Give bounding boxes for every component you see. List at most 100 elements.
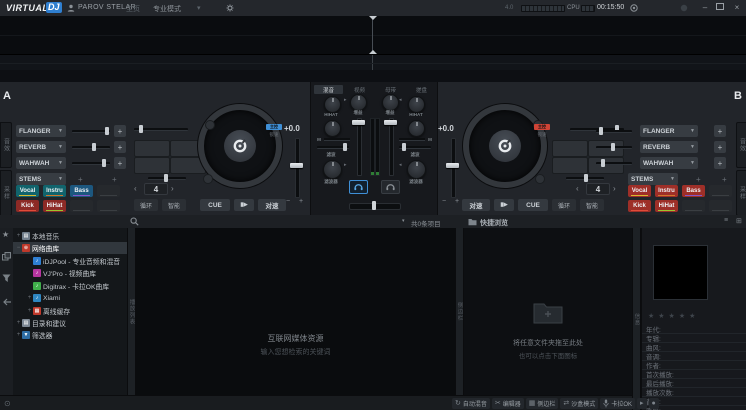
- tree-item-filters[interactable]: +▼筛选器: [13, 329, 127, 341]
- deck-a-beatlock-label[interactable]: 锁速: [262, 132, 286, 138]
- arrow-right-icon[interactable]: ▸: [344, 162, 347, 168]
- deck-a-loop-button[interactable]: 循环: [134, 199, 158, 211]
- deck-b-fx-slider-2[interactable]: [596, 146, 632, 149]
- gear-icon[interactable]: [226, 4, 234, 12]
- deck-b-stems-add-icon[interactable]: +: [722, 175, 727, 184]
- channel-2-volume-handle[interactable]: [384, 120, 397, 125]
- deck-b-fx-add-3[interactable]: +: [714, 157, 726, 169]
- home-button[interactable]: 主页: [126, 4, 140, 14]
- deck-b-sampler-tab[interactable]: 采样: [736, 170, 746, 216]
- deck-b-stem-empty[interactable]: [682, 200, 705, 212]
- info-strip[interactable]: 信息: [632, 228, 641, 410]
- playlist-strip[interactable]: 播放列表: [127, 228, 136, 395]
- deck-a-stem-empty[interactable]: [97, 185, 120, 197]
- deck-a-stem-empty[interactable]: [97, 200, 120, 212]
- expand-icon[interactable]: +: [26, 295, 33, 301]
- deck-a-sampler-tab[interactable]: 采样: [0, 170, 12, 216]
- deck-b-stem-empty[interactable]: [709, 185, 732, 197]
- sideview-strip[interactable]: 侧边栏: [455, 228, 464, 395]
- deck-a-loop-half-icon[interactable]: ‹: [134, 183, 137, 195]
- expand-icon[interactable]: +: [26, 308, 33, 314]
- favorites-icon[interactable]: ★: [2, 230, 9, 239]
- deck-a-scratch-button[interactable]: [203, 174, 213, 184]
- expand-icon[interactable]: +: [15, 233, 22, 239]
- deck-a-fx-tab[interactable]: 音效: [0, 122, 12, 168]
- deck-b-pitch-handle[interactable]: [446, 163, 459, 168]
- deck-a-stem-hihat[interactable]: HiHat: [43, 200, 66, 212]
- deck-b-pitch-minus[interactable]: −: [442, 198, 446, 205]
- deck-b-smart-loop-button[interactable]: 智能: [580, 199, 604, 211]
- deck-b-stem-vocal[interactable]: Vocal: [628, 185, 651, 197]
- deck-a-fx-add-3[interactable]: +: [114, 157, 126, 169]
- mixer-a-filter-slider[interactable]: [317, 146, 349, 149]
- deck-b-pitch-fader[interactable]: [451, 138, 456, 198]
- browser-options-icon[interactable]: ⊞: [736, 217, 742, 225]
- expand-icon[interactable]: +: [15, 320, 22, 326]
- deck-b-pad-param-slider[interactable]: [566, 177, 604, 180]
- deck-a-fx-slot-3[interactable]: WAHWAH▼: [16, 157, 66, 169]
- mixer-b-filter-slider[interactable]: [399, 146, 431, 149]
- deck-a-pitch-handle[interactable]: [290, 163, 303, 168]
- minimize-button[interactable]: –: [699, 3, 711, 13]
- deck-a-stems-add-icon[interactable]: +: [78, 175, 83, 184]
- deck-b-stem-kick[interactable]: Kick: [628, 200, 651, 212]
- mixer-b-mid-knob[interactable]: [408, 120, 425, 137]
- tree-item-folders-suggestions[interactable]: +▤目录和建议: [13, 317, 127, 329]
- deck-b-fx-tab[interactable]: 音效: [736, 122, 746, 168]
- mixer-a-stem-eq-knob[interactable]: [324, 96, 341, 113]
- deck-a-fx-slider-1[interactable]: [72, 130, 110, 133]
- deck-b-fx-slot-3[interactable]: WAHWAH▼: [640, 157, 698, 169]
- deck-a-stem-kick[interactable]: Kick: [16, 200, 39, 212]
- deck-b-pad-4[interactable]: [588, 157, 624, 174]
- tree-item-offline-cache[interactable]: +▦离线缓存: [13, 305, 127, 317]
- arrow-right-icon[interactable]: ▸: [344, 97, 347, 103]
- deck-a-fx-slot-1[interactable]: FLANGER▼: [16, 125, 66, 137]
- crossfader-handle[interactable]: [372, 201, 376, 210]
- deck-b-stem-instru[interactable]: Instru: [655, 185, 678, 197]
- browser-menu-icon[interactable]: ≡: [724, 217, 728, 224]
- filter-icon[interactable]: [2, 274, 11, 283]
- deck-a-fx-add-2[interactable]: +: [114, 141, 126, 153]
- deck-b-loop-size[interactable]: 4: [586, 183, 610, 195]
- help-icon[interactable]: [680, 4, 688, 12]
- deck-a-pitch-minus[interactable]: −: [286, 198, 290, 205]
- deck-a-stem-empty[interactable]: [70, 200, 93, 212]
- deck-a-stems-selector[interactable]: STEMS▼: [16, 173, 66, 185]
- deck-a-pitch-plus[interactable]: +: [299, 198, 303, 205]
- record-icon[interactable]: [630, 4, 638, 12]
- deck-b-stem-hihat[interactable]: HiHat: [655, 200, 678, 212]
- deck-b-fx-slider-1[interactable]: [596, 130, 632, 133]
- deck-b-pad-1[interactable]: [552, 140, 588, 157]
- tree-item-local-music[interactable]: +▤本地音乐: [13, 230, 127, 242]
- statusbar-record-icon-button[interactable]: ●: [649, 398, 659, 409]
- deck-b-loop-button[interactable]: 循环: [552, 199, 576, 211]
- deck-b-loop-half-icon[interactable]: ‹: [576, 183, 579, 195]
- covers-icon[interactable]: [2, 252, 11, 261]
- shortcut-browse-panel[interactable]: 将任意文件夹拖至此处 也可以点击下面图标: [464, 228, 632, 395]
- mixer-b-filter-knob[interactable]: [407, 160, 426, 179]
- mixer-tab-mixer[interactable]: 混音: [314, 85, 343, 94]
- automix-button[interactable]: ↻自动混音: [452, 398, 490, 409]
- channel-2-gain-knob[interactable]: [382, 94, 399, 111]
- deck-a-pitch-fader[interactable]: [295, 138, 300, 198]
- deck-b-play-button[interactable]: ▮▶: [494, 199, 514, 211]
- mixer-b-stem-eq-knob[interactable]: [408, 96, 425, 113]
- tree-item-idjpool[interactable]: ♪iDJPool - 专业音频和混音: [13, 255, 127, 267]
- statusbar-circle-icon[interactable]: ⊙: [4, 399, 11, 408]
- deck-a-pad-1[interactable]: [134, 140, 170, 157]
- collapse-icon[interactable]: −: [15, 245, 22, 251]
- editors-button[interactable]: ✂编辑器: [492, 398, 524, 409]
- deck-b-stems-add-icon[interactable]: +: [696, 175, 701, 184]
- mixer-tab-master[interactable]: 母带: [376, 85, 405, 94]
- deck-b-stem-empty[interactable]: [709, 200, 732, 212]
- deck-b-fx-slot-1[interactable]: FLANGER▼: [640, 125, 698, 137]
- deck-b-fx-add-2[interactable]: +: [714, 141, 726, 153]
- channel-1-volume-handle[interactable]: [352, 120, 365, 125]
- karaoke-button[interactable]: 卡拉OK: [600, 398, 635, 409]
- back-arrow-icon[interactable]: [2, 298, 12, 307]
- channel-2-volume-fader[interactable]: [389, 118, 394, 176]
- deck-b-loop-double-icon[interactable]: ›: [613, 183, 616, 195]
- channel-1-pfl-button[interactable]: [349, 180, 368, 194]
- deck-b-fx-slot-2[interactable]: REVERB▼: [640, 141, 698, 153]
- deck-a-fx-slider-3[interactable]: [72, 162, 110, 165]
